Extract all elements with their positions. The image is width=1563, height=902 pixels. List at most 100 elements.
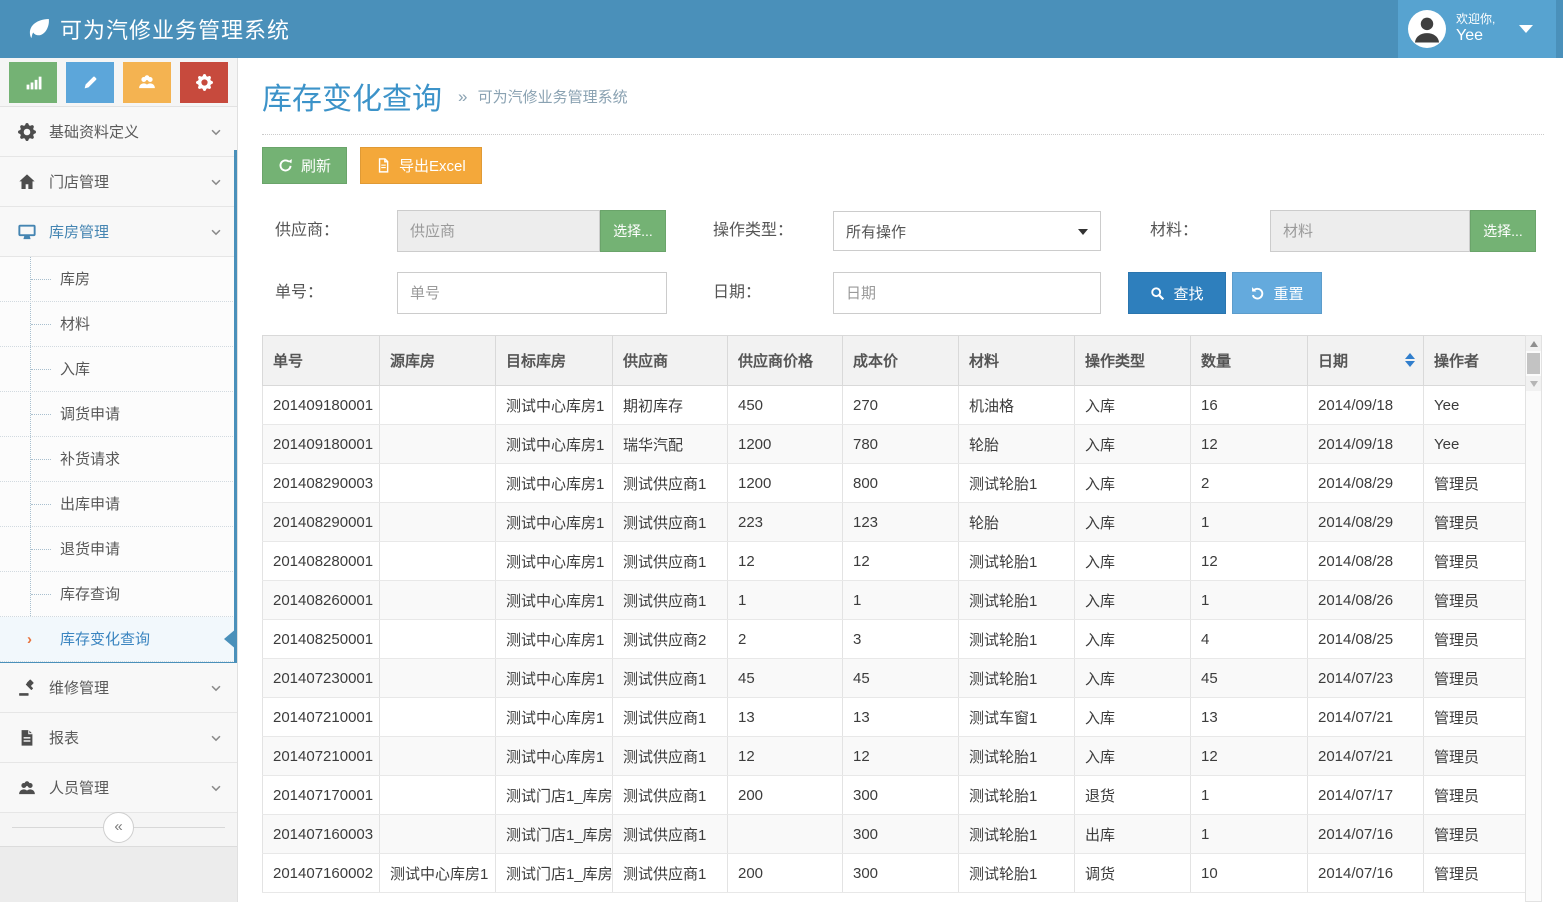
material-select-button[interactable]: 选择...: [1470, 210, 1536, 252]
sidebar-subitem[interactable]: 退货申请: [0, 527, 237, 572]
chevron-down-icon: [209, 781, 223, 795]
sidebar-subitem[interactable]: 出库申请: [0, 482, 237, 527]
table-cell: 123: [843, 503, 959, 542]
table-cell: 450: [728, 386, 843, 425]
column-header-label: 操作类型: [1085, 353, 1145, 370]
table-cell: 223: [728, 503, 843, 542]
column-header[interactable]: 单号: [263, 336, 380, 386]
table-cell: [380, 581, 496, 620]
sidebar-subitem[interactable]: 库存查询: [0, 572, 237, 617]
table-cell: 1: [1191, 776, 1308, 815]
top-header: 可为汽修业务管理系统 欢迎你, Yee: [0, 0, 1563, 58]
sort-icon[interactable]: [1405, 353, 1415, 367]
table-cell: 测试轮胎1: [959, 659, 1075, 698]
sidebar-collapse-button[interactable]: «: [103, 812, 134, 843]
sidebar-subitem-label: 调货申请: [60, 406, 120, 423]
table-row[interactable]: 201408290003测试中心库房1测试供应商11200800测试轮胎1入库2…: [263, 464, 1526, 503]
sidebar-item-reports[interactable]: 报表: [0, 713, 237, 763]
table-cell: 入库: [1075, 581, 1191, 620]
table-cell: 1: [1191, 815, 1308, 854]
column-header[interactable]: 材料: [959, 336, 1075, 386]
table-row[interactable]: 201408280001测试中心库房1测试供应商11212测试轮胎1入库1220…: [263, 542, 1526, 581]
table-row[interactable]: 201407160002测试中心库房1测试门店1_库房1测试供应商1200300…: [263, 854, 1526, 893]
scrollbar-thumb[interactable]: [1527, 353, 1540, 374]
search-button[interactable]: 查找: [1128, 272, 1226, 314]
sidebar-subitem[interactable]: 补货请求: [0, 437, 237, 482]
users-icon[interactable]: [123, 62, 171, 103]
table-cell: [380, 542, 496, 581]
inventory-change-table: 单号源库房目标库房供应商供应商价格成本价材料操作类型 数量日期操作者 201409…: [262, 335, 1526, 893]
table-cell: 测试轮胎1: [959, 542, 1075, 581]
table-cell: 201407160002: [263, 854, 380, 893]
table-cell: 201407160003: [263, 815, 380, 854]
sidebar-item-personnel[interactable]: 人员管理: [0, 763, 237, 813]
column-header[interactable]: 供应商价格: [728, 336, 843, 386]
refresh-label: 刷新: [301, 155, 331, 176]
column-header[interactable]: 操作者: [1424, 336, 1526, 386]
table-cell: 45: [843, 659, 959, 698]
chevron-down-icon: [209, 225, 223, 239]
column-header[interactable]: 供应商: [613, 336, 728, 386]
sidebar-subitem[interactable]: ›库存变化查询: [0, 617, 237, 662]
sidebar-subitem-label: 退货申请: [60, 541, 120, 558]
sidebar-item-warehouse-mgmt[interactable]: 库房管理: [0, 207, 237, 257]
table-row[interactable]: 201409180001测试中心库房1瑞华汽配1200780轮胎入库122014…: [263, 425, 1526, 464]
chevron-down-icon: [1519, 25, 1533, 33]
table-row[interactable]: 201407210001测试中心库房1测试供应商11212测试轮胎1入库1220…: [263, 737, 1526, 776]
sidebar-subitem[interactable]: 入库: [0, 347, 237, 392]
sidebar-subitem[interactable]: 调货申请: [0, 392, 237, 437]
table-row[interactable]: 201407210001测试中心库房1测试供应商11313测试车窗1入库1320…: [263, 698, 1526, 737]
page-head: 库存变化查询 » 可为汽修业务管理系统: [262, 58, 1544, 135]
table-cell: 201408260001: [263, 581, 380, 620]
supplier-input: [397, 210, 600, 252]
scroll-down-button[interactable]: [1526, 376, 1541, 391]
column-header[interactable]: 日期: [1308, 336, 1424, 386]
table-row[interactable]: 201407230001测试中心库房1测试供应商14545测试轮胎1入库4520…: [263, 659, 1526, 698]
table-row[interactable]: 201408290001测试中心库房1测试供应商1223123轮胎入库12014…: [263, 503, 1526, 542]
table-row[interactable]: 201407160003测试门店1_库房1测试供应商1300测试轮胎1出库120…: [263, 815, 1526, 854]
column-header[interactable]: 操作类型: [1075, 336, 1191, 386]
table-cell: 1: [843, 581, 959, 620]
filter-panel: 供应商： 选择... 操作类型： 所有操作 材料： 选择... 单号： 日期： …: [262, 210, 1544, 322]
table-row[interactable]: 201407170001测试门店1_库房1测试供应商1200300测试轮胎1退货…: [263, 776, 1526, 815]
refresh-icon: [278, 158, 293, 173]
sidebar-item-repair-mgmt[interactable]: 维修管理: [0, 663, 237, 713]
table-cell: 瑞华汽配: [613, 425, 728, 464]
table-cell: 2014/09/18: [1308, 386, 1424, 425]
table-cell: 201409180001: [263, 425, 380, 464]
table-cell: 调货: [1075, 854, 1191, 893]
gears-icon[interactable]: [180, 62, 228, 103]
table-row[interactable]: 201408260001测试中心库房1测试供应商111测试轮胎1入库12014/…: [263, 581, 1526, 620]
vertical-scrollbar[interactable]: [1525, 335, 1542, 902]
column-header[interactable]: 成本价: [843, 336, 959, 386]
table-row[interactable]: 201408250001测试中心库房1测试供应商223测试轮胎1入库42014/…: [263, 620, 1526, 659]
table-cell: 4: [1191, 620, 1308, 659]
table-cell: 管理员: [1424, 776, 1526, 815]
refresh-button[interactable]: 刷新: [262, 147, 347, 184]
sidebar-subitem[interactable]: 材料: [0, 302, 237, 347]
sidebar-item-basic-data[interactable]: 基础资料定义: [0, 107, 237, 157]
table-row[interactable]: 201409180001测试中心库房1期初库存450270机油格入库162014…: [263, 386, 1526, 425]
user-menu[interactable]: 欢迎你, Yee: [1398, 0, 1556, 58]
table-cell: 1: [728, 581, 843, 620]
reset-button[interactable]: 重置: [1232, 272, 1322, 314]
table-cell: 测试中心库房1: [496, 620, 613, 659]
table-cell: 测试供应商1: [613, 854, 728, 893]
table-cell: 测试供应商1: [613, 737, 728, 776]
order-no-input[interactable]: [397, 272, 667, 314]
scroll-up-button[interactable]: [1526, 336, 1541, 351]
material-input: [1270, 210, 1470, 252]
pencil-icon[interactable]: [66, 62, 114, 103]
table-cell: [380, 698, 496, 737]
chart-bars-icon[interactable]: [9, 62, 57, 103]
supplier-select-button[interactable]: 选择...: [600, 210, 666, 252]
column-header[interactable]: 数量: [1191, 336, 1308, 386]
table-cell: 入库: [1075, 620, 1191, 659]
operation-type-select[interactable]: 所有操作: [833, 211, 1101, 251]
date-input[interactable]: [833, 272, 1101, 314]
column-header[interactable]: 源库房: [380, 336, 496, 386]
sidebar-item-store-mgmt[interactable]: 门店管理: [0, 157, 237, 207]
column-header[interactable]: 目标库房: [496, 336, 613, 386]
sidebar-subitem[interactable]: 库房: [0, 257, 237, 302]
export-excel-button[interactable]: 导出Excel: [360, 147, 482, 184]
